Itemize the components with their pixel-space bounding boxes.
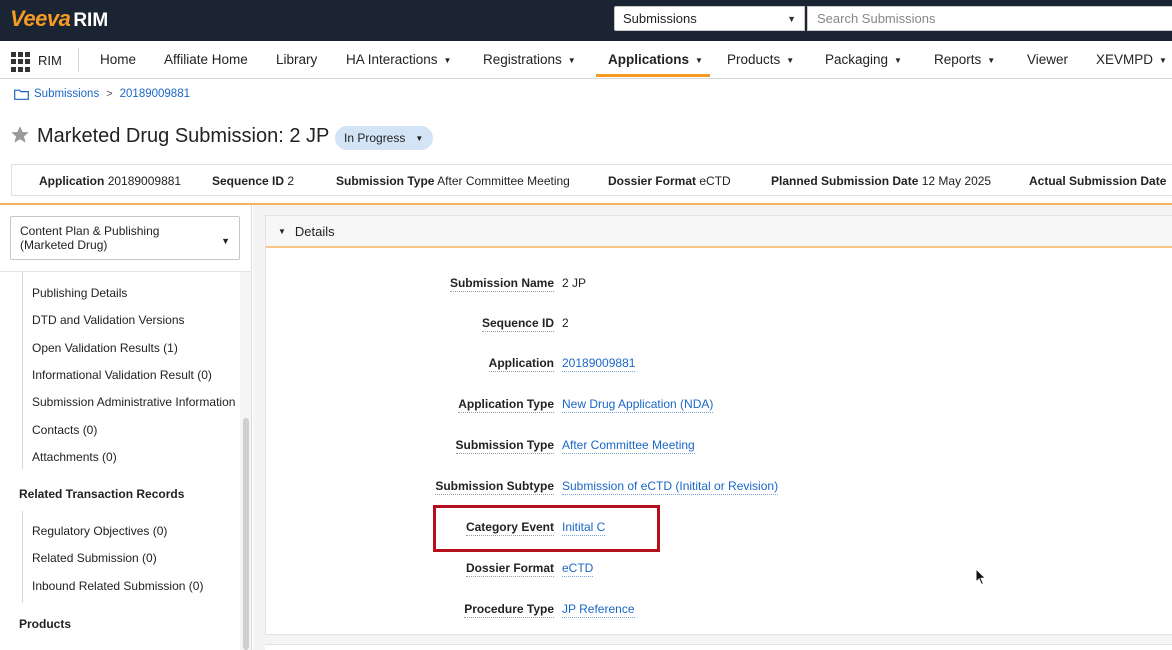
chevron-right-icon: >	[106, 88, 113, 100]
search-scope-select[interactable]: Submissions ▼	[614, 6, 805, 31]
left-item-publishing-details[interactable]: Publishing Details	[32, 286, 127, 300]
search-input[interactable]	[807, 6, 1172, 31]
details-panel: ▼ Details	[265, 215, 1172, 635]
breadcrumb-submissions[interactable]: Submissions	[34, 88, 99, 100]
section-select-label: Content Plan & Publishing (Marketed Drug…	[20, 224, 160, 252]
app-grid-icon[interactable]	[11, 52, 31, 72]
details-title: Details	[294, 223, 335, 239]
field-label-application: Application	[488, 356, 554, 372]
field-value-application-type[interactable]: New Drug Application (NDA)	[562, 397, 714, 413]
field-value-application[interactable]: 20189009881	[562, 356, 636, 372]
left-divider	[0, 271, 252, 272]
nav-item-xevmpd[interactable]: XEVMPD ▼	[1096, 41, 1167, 78]
chevron-down-icon: ▼	[567, 56, 576, 65]
tree-line	[22, 272, 23, 469]
status-badge[interactable]: In Progress ▼	[335, 126, 434, 150]
active-tab-indicator	[596, 74, 710, 77]
mouse-cursor-icon	[975, 568, 987, 586]
chevron-down-icon: ▼	[786, 56, 795, 65]
left-header-products: Products	[19, 617, 72, 631]
logo-veeva-text: Veeva	[10, 6, 71, 31]
folder-icon	[14, 89, 29, 100]
chevron-down-icon: ▼	[1159, 56, 1167, 65]
summary-submission-type: Submission Type After Committee Meeting	[336, 174, 570, 188]
nav-item-reports[interactable]: Reports ▼	[934, 41, 995, 78]
field-label-dossier-format: Dossier Format	[465, 561, 554, 577]
field-label-procedure-type: Procedure Type	[464, 602, 554, 618]
left-nav-panel: Content Plan & Publishing (Marketed Drug…	[0, 205, 252, 650]
highlight-annotation-box	[433, 505, 660, 552]
left-item-attachments[interactable]: Attachments (0)	[32, 450, 117, 464]
left-item-informational-validation[interactable]: Informational Validation Result (0)	[32, 368, 212, 382]
main-nav: RIM Home Affiliate Home Library HA Inter…	[0, 41, 1172, 79]
tree-line	[22, 511, 23, 603]
summary-sequence-id: Sequence ID 2	[212, 174, 295, 188]
top-header: Veeva RIM Submissions ▼	[0, 0, 1172, 41]
field-value-dossier-format[interactable]: eCTD	[562, 561, 594, 577]
chevron-down-icon: ▼	[221, 236, 230, 246]
section-select[interactable]: Content Plan & Publishing (Marketed Drug…	[10, 216, 240, 260]
chevron-down-icon: ▼	[787, 13, 796, 24]
veeva-rim-logo[interactable]: Veeva RIM	[10, 6, 109, 32]
left-item-admin-info[interactable]: Submission Administrative Information	[32, 395, 235, 409]
search-scope-label: Submissions	[623, 11, 697, 26]
nav-item-applications[interactable]: Applications ▼	[608, 41, 703, 78]
field-label-submission-subtype: Submission Subtype	[435, 479, 554, 495]
field-label-submission-type: Submission Type	[455, 438, 554, 454]
field-value-submission-subtype[interactable]: Submission of eCTD (Initital or Revision…	[562, 479, 779, 495]
nav-item-home[interactable]: Home	[100, 41, 136, 78]
field-label-sequence-id: Sequence ID	[481, 316, 554, 332]
left-item-related-submission[interactable]: Related Submission (0)	[32, 551, 157, 565]
nav-item-library[interactable]: Library	[276, 41, 317, 78]
nav-divider	[78, 48, 79, 72]
summary-application: Application 20189009881	[39, 174, 182, 188]
logo-rim-text: RIM	[73, 10, 109, 31]
left-item-contacts[interactable]: Contacts (0)	[32, 423, 97, 437]
details-section-header[interactable]: ▼ Details	[266, 216, 1172, 248]
left-item-open-validation[interactable]: Open Validation Results (1)	[32, 341, 178, 355]
left-item-regulatory-objectives[interactable]: Regulatory Objectives (0)	[32, 524, 167, 538]
nav-item-registrations[interactable]: Registrations ▼	[483, 41, 576, 78]
left-item-dtd-validation[interactable]: DTD and Validation Versions	[32, 313, 185, 327]
field-value-sequence-id: 2	[562, 316, 569, 330]
scrollbar-thumb[interactable]	[243, 418, 249, 650]
field-label-application-type: Application Type	[458, 397, 554, 413]
chevron-down-icon: ▼	[415, 133, 424, 143]
summary-strip: Application 20189009881 Sequence ID 2 Su…	[11, 164, 1172, 196]
collapse-triangle-icon: ▼	[278, 226, 286, 236]
nav-item-viewer[interactable]: Viewer	[1027, 41, 1068, 78]
left-item-inbound-related[interactable]: Inbound Related Submission (0)	[32, 579, 203, 593]
field-value-submission-name: 2 JP	[562, 276, 587, 290]
chevron-down-icon: ▼	[894, 56, 902, 65]
nav-app-label[interactable]: RIM	[38, 53, 62, 68]
summary-actual-date: Actual Submission Date	[1029, 174, 1167, 188]
field-label-submission-name: Submission Name	[449, 276, 554, 292]
page-title: Marketed Drug Submission: 2 JP	[37, 125, 330, 147]
chevron-down-icon: ▼	[987, 56, 996, 65]
nav-item-affiliate-home[interactable]: Affiliate Home	[164, 41, 248, 78]
nav-item-packaging[interactable]: Packaging ▼	[825, 41, 902, 78]
nav-item-ha-interactions[interactable]: HA Interactions ▼	[346, 41, 451, 78]
breadcrumb: Submissions > 20189009881	[14, 88, 190, 100]
nav-item-products[interactable]: Products ▼	[727, 41, 794, 78]
status-label: In Progress	[344, 131, 406, 145]
summary-planned-date: Planned Submission Date 12 May 2025	[771, 174, 992, 188]
field-value-submission-type[interactable]: After Committee Meeting	[562, 438, 695, 454]
breadcrumb-current[interactable]: 20189009881	[120, 88, 190, 100]
left-header-related: Related Transaction Records	[19, 487, 185, 501]
chevron-down-icon: ▼	[443, 56, 452, 65]
field-value-procedure-type[interactable]: JP Reference	[562, 602, 635, 618]
chevron-down-icon: ▼	[695, 56, 703, 65]
star-icon[interactable]	[10, 125, 30, 145]
next-section-edge	[265, 644, 1172, 650]
summary-dossier-format: Dossier Format eCTD	[608, 174, 731, 188]
